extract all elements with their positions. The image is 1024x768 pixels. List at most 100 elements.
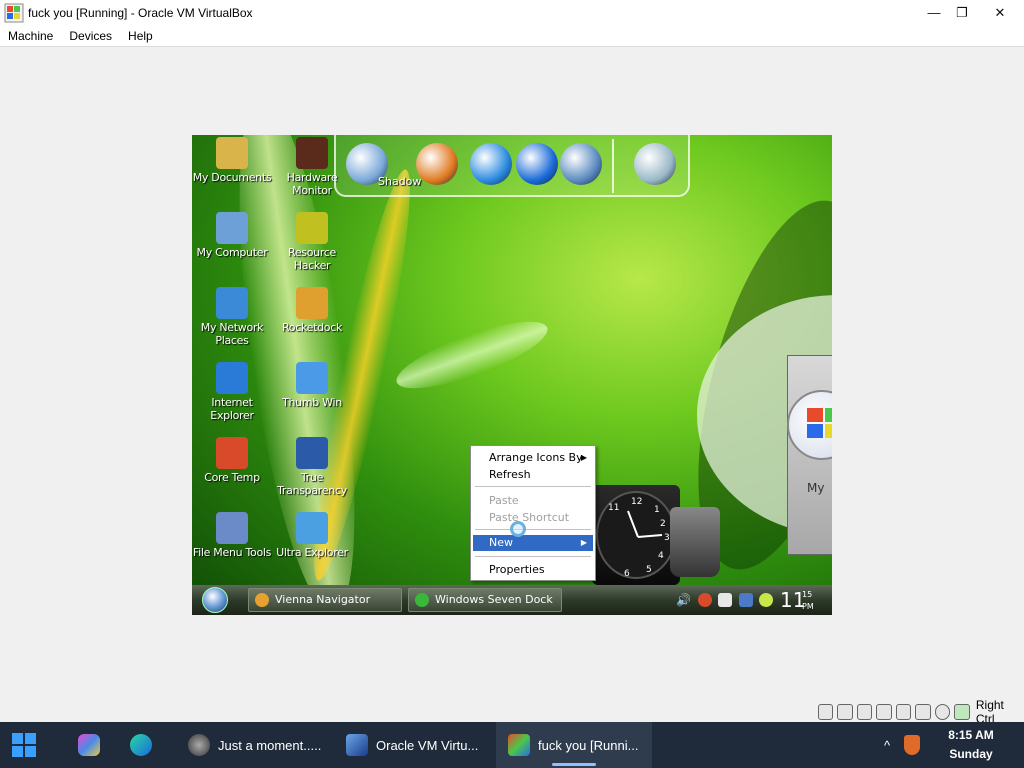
taskbar-item-vm-window[interactable]: fuck you [Runni...	[496, 722, 652, 768]
virtualbox-icon	[346, 734, 368, 756]
clock-hands	[627, 510, 663, 538]
document-icon	[216, 512, 248, 544]
firefox-dock-icon[interactable]	[416, 143, 458, 185]
tray-network-icon[interactable]	[738, 592, 753, 607]
ie-icon	[216, 362, 248, 394]
hammer-icon	[296, 212, 328, 244]
desktop-icon[interactable]: My Documents	[192, 135, 272, 184]
desktop-icon-label: My Documents	[192, 171, 272, 184]
guest-taskbar: Vienna Navigator Windows Seven Dock 🔊 11…	[192, 585, 832, 615]
tray-flag-icon[interactable]	[718, 592, 733, 607]
optical-drive-icon[interactable]	[837, 704, 853, 720]
show-hidden-icons-button[interactable]: ^	[884, 722, 900, 768]
taskbar-item-label: Oracle VM Virtu...	[376, 737, 479, 753]
network-dock-icon[interactable]	[560, 143, 602, 185]
start-orb-button[interactable]	[202, 587, 228, 613]
thumbnail-icon	[296, 362, 328, 394]
taskbar-item-virtualbox-manager[interactable]: Oracle VM Virtu...	[336, 722, 486, 768]
vienna-navigator-icon	[255, 593, 269, 607]
menu-item-label: Properties	[489, 563, 545, 576]
seven-dock: Shadow	[334, 135, 690, 197]
virtualbox-app-icon	[4, 3, 24, 22]
tray-error-icon[interactable]	[697, 592, 712, 607]
restore-button[interactable]: ❐	[944, 0, 980, 25]
desktop-icon-label: Thumb Win	[282, 396, 342, 409]
guest-clock[interactable]: 11 15 PM	[780, 588, 814, 612]
menu-bar: Machine Devices Help	[0, 25, 1024, 47]
host-taskbar: Just a moment..... Oracle VM Virtu... fu…	[0, 722, 1024, 768]
taskbar-button-label: Windows Seven Dock	[435, 593, 553, 606]
vbox-status-bar: Right Ctrl	[818, 698, 1024, 726]
menu-item-new[interactable]: New ▶	[473, 535, 593, 551]
taskbar-button-label: Vienna Navigator	[275, 593, 371, 606]
menu-item-label: Paste	[489, 494, 519, 507]
desktop-icon[interactable]: Core Temp	[192, 435, 272, 484]
desktop-icon[interactable]: Internet Explorer	[192, 360, 272, 422]
menu-separator	[475, 529, 591, 530]
desktop-icon[interactable]: Thumb Win	[272, 360, 352, 409]
active-indicator	[552, 763, 596, 766]
folder-icon	[216, 137, 248, 169]
desktop-icon-label: File Menu Tools	[192, 546, 272, 559]
vm-window-icon	[508, 734, 530, 756]
desktop-icon[interactable]: My Network Places	[192, 285, 272, 347]
media-player-dock-icon[interactable]	[516, 143, 558, 185]
ie-dock-icon[interactable]	[470, 143, 512, 185]
thermometer-icon	[216, 437, 248, 469]
menu-item-properties[interactable]: Properties	[473, 562, 593, 578]
keyboard-capture-icon[interactable]	[954, 704, 970, 720]
menu-devices[interactable]: Devices	[61, 29, 120, 43]
usb-icon[interactable]	[876, 704, 892, 720]
seven-dock-icon	[415, 593, 429, 607]
desktop-icon[interactable]: File Menu Tools	[192, 510, 272, 559]
edge-button[interactable]	[130, 722, 160, 768]
desktop-icon-label: True Transparency	[277, 471, 347, 497]
menu-help[interactable]: Help	[120, 29, 161, 43]
security-tray-button[interactable]	[904, 722, 928, 768]
network-adapter-icon[interactable]	[856, 704, 873, 720]
windows-logo-icon	[12, 733, 36, 757]
menu-item-arrange-icons-by[interactable]: Arrange Icons By ▶	[473, 450, 593, 466]
menu-item-paste: Paste	[473, 493, 593, 509]
menu-machine[interactable]: Machine	[0, 29, 61, 43]
mouse-integration-icon[interactable]	[934, 704, 951, 720]
display-icon[interactable]	[915, 704, 931, 720]
dock-shadow-label: Shadow	[378, 175, 422, 188]
window-titlebar: fuck you [Running] - Oracle VM VirtualBo…	[0, 0, 1024, 25]
menu-item-paste-shortcut: Paste Shortcut	[473, 510, 593, 526]
clock-face: 12 1 2 3 4 5 6 11	[596, 491, 676, 579]
globe-icon	[216, 287, 248, 319]
menu-separator	[475, 486, 591, 487]
shared-folders-icon[interactable]	[895, 704, 912, 720]
tray-smiley-icon[interactable]	[759, 592, 774, 607]
taskbar-item-browser[interactable]: Just a moment.....	[178, 722, 328, 768]
window-title: fuck you [Running] - Oracle VM VirtualBo…	[28, 5, 253, 20]
desktop-icon[interactable]: True Transparency	[272, 435, 352, 497]
desktop-context-menu: Arrange Icons By ▶ Refresh Paste Paste Sh…	[470, 445, 596, 581]
clock-gadget: 12 1 2 3 4 5 6 11	[592, 485, 680, 585]
system-clock[interactable]: 8:15 AM Sunday	[936, 726, 1006, 764]
menu-item-refresh[interactable]: Refresh	[473, 467, 593, 483]
close-button[interactable]: ✕	[982, 0, 1018, 25]
taskbar-button-vienna-navigator[interactable]: Vienna Navigator	[248, 588, 402, 612]
recycle-bin-dock-icon[interactable]	[634, 143, 676, 185]
desktop-icon[interactable]: Ultra Explorer	[272, 510, 352, 559]
orb-label: My	[807, 481, 825, 495]
clock-ampm: PM	[802, 602, 814, 611]
volume-icon[interactable]: 🔊	[676, 593, 691, 607]
guest-screen[interactable]: My Documents Hardware Monitor My Computer R…	[192, 135, 832, 615]
system-tray: 🔊	[676, 591, 776, 607]
hard-disk-icon[interactable]	[818, 704, 834, 720]
desktop-icon[interactable]: Rocketdock	[272, 285, 352, 334]
browser-icon	[188, 734, 210, 756]
clock-minutes: 15	[802, 590, 813, 599]
windows-start-button[interactable]	[10, 722, 40, 768]
desktop-icon[interactable]: My Computer	[192, 210, 272, 259]
desktop-icon[interactable]: Resource Hacker	[272, 210, 352, 272]
clock-day: Sunday	[949, 747, 993, 761]
clock-time: 8:15 AM	[948, 728, 994, 742]
copilot-button[interactable]	[78, 722, 108, 768]
copilot-icon	[78, 734, 100, 756]
taskbar-button-windows-seven-dock[interactable]: Windows Seven Dock	[408, 588, 562, 612]
taskbar-item-label: fuck you [Runni...	[538, 737, 639, 753]
